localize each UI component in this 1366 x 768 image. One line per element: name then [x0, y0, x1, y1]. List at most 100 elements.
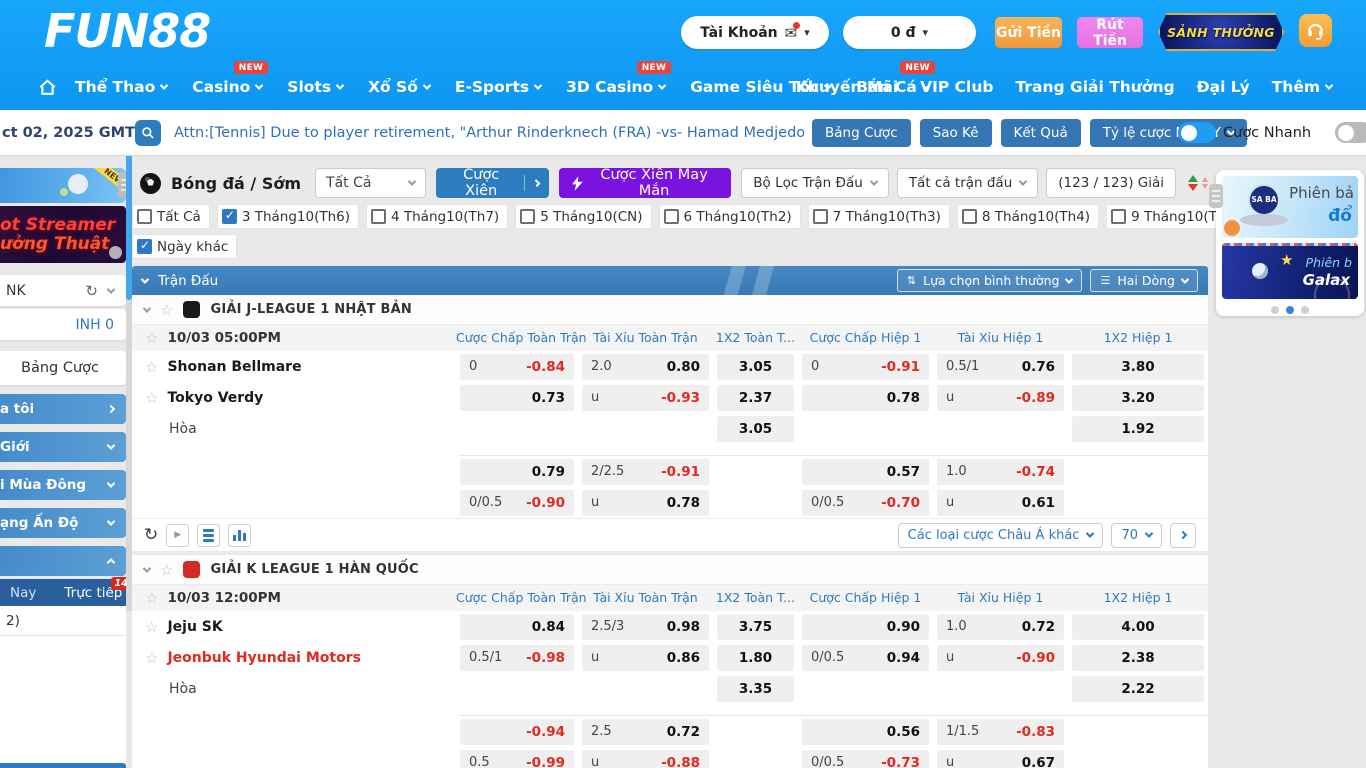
odds-box[interactable]: 1/1.5 -0.83 — [937, 718, 1064, 745]
fun88-logo[interactable]: FUN88 — [44, 4, 211, 58]
odds-box[interactable]: 1.0 -0.74 — [937, 458, 1064, 485]
star-icon[interactable]: ☆ — [160, 301, 173, 319]
odds-box[interactable]: 0.57 — [802, 458, 929, 485]
sidebar-selector-row[interactable]: NK ↻ — [0, 275, 126, 306]
all-matches-dropdown[interactable]: Tất cả trận đấu — [896, 168, 1039, 198]
saba-promo-banner[interactable]: SA BA Phiên bả đổ — [1222, 176, 1358, 238]
refresh-icon[interactable]: ↻ — [144, 526, 158, 544]
odds-box[interactable]: u -0.90 — [937, 644, 1064, 671]
checkbox-icon[interactable] — [961, 209, 977, 224]
league-row[interactable]: ☆ GIẢI J-LEAGUE 1 NHẬT BẢN — [132, 295, 1208, 325]
nav-item[interactable]: NEW Casino — [192, 61, 269, 96]
sidebar-section-bar[interactable]: Giới — [0, 432, 126, 462]
odds-box[interactable]: 1.0 0.72 — [937, 613, 1064, 640]
date-filter-chip[interactable]: Ngày khác — [132, 234, 238, 259]
odds-box[interactable]: 2.37 — [717, 384, 794, 411]
sidebar-promo-banner[interactable]: NEW — [0, 168, 126, 203]
refresh-icon[interactable]: ↻ — [85, 282, 98, 300]
odds-box[interactable]: 0.73 — [460, 384, 574, 411]
star-icon[interactable]: ☆ — [160, 561, 173, 579]
odds-box[interactable]: 3.20 — [1072, 384, 1204, 411]
quick-bet-toggle[interactable] — [1178, 122, 1216, 143]
nav-item[interactable]: Thể Thao — [75, 78, 169, 96]
odds-box[interactable]: 0.90 — [802, 613, 929, 640]
odds-box[interactable]: 2.22 — [1072, 675, 1204, 702]
nav-item[interactable]: Xổ Số — [368, 78, 432, 96]
tab-today[interactable]: Nay — [0, 585, 36, 601]
lucky-parlay-button[interactable]: Cược Xiên May Mắn — [559, 167, 732, 199]
ticker-button[interactable]: Bảng Cược — [812, 118, 911, 147]
checkbox-checked-icon[interactable] — [137, 238, 152, 254]
checkbox-icon[interactable] — [520, 209, 536, 224]
line-mode-dropdown[interactable]: ☰ Hai Dòng — [1090, 269, 1198, 292]
list-item[interactable]: 2) — [0, 606, 126, 636]
play-button[interactable]: ▶ — [166, 523, 190, 547]
odds-box[interactable]: 0.56 — [802, 718, 929, 745]
odds-box[interactable]: 0.5 -0.99 — [460, 749, 574, 768]
nav-item[interactable]: E-Sports — [455, 78, 543, 96]
star-icon[interactable]: ☆ — [145, 618, 158, 636]
odds-box[interactable]: 0/0.5 -0.70 — [802, 489, 929, 516]
ticker-button[interactable]: Sao Kê — [919, 118, 992, 147]
odds-box[interactable]: 0/0.5 -0.90 — [460, 489, 574, 516]
odds-box[interactable]: 0.79 — [460, 458, 574, 485]
sidebar-section-bar[interactable] — [0, 546, 126, 576]
withdraw-button[interactable]: Rút Tiền — [1077, 17, 1143, 49]
nav-item[interactable]: Đại Lý — [1197, 78, 1250, 96]
sidebar-section-bar[interactable]: i Mùa Đông — [0, 470, 126, 500]
asian-bets-dropdown[interactable]: Các loại cược Châu Á khác — [897, 522, 1104, 548]
carousel-dot-active[interactable] — [1286, 306, 1294, 314]
odds-box[interactable]: 0 -0.84 — [460, 353, 574, 380]
date-filter-chip[interactable]: 7 Tháng10(Th3) — [807, 204, 950, 229]
star-icon[interactable]: ☆ — [145, 329, 158, 347]
nav-item[interactable]: Thêm — [1272, 78, 1334, 96]
odds-box[interactable]: 3.75 — [717, 613, 794, 640]
star-icon[interactable]: ☆ — [145, 389, 158, 407]
stats-chart-icon[interactable] — [228, 523, 252, 547]
page-count-dropdown[interactable]: 70 — [1111, 522, 1162, 548]
next-page-button[interactable] — [1170, 522, 1196, 548]
odds-box[interactable]: u 0.61 — [937, 489, 1064, 516]
odds-box[interactable]: 0/0.5 -0.73 — [802, 749, 929, 768]
sort-mode-dropdown[interactable]: ⇅ Lựa chọn bình thường — [896, 269, 1083, 292]
checkbox-icon[interactable] — [371, 209, 386, 224]
parlay-button[interactable]: Cược Xiên — [435, 167, 550, 199]
cashout-icon[interactable] — [197, 523, 221, 547]
odds-box[interactable]: 0/0.5 0.94 — [802, 644, 929, 671]
home-icon[interactable] — [38, 78, 57, 97]
odds-box[interactable]: 2/2.5 -0.91 — [582, 458, 709, 485]
star-icon[interactable]: ☆ — [145, 589, 158, 607]
date-filter-chip[interactable]: 3 Tháng10(Th6) — [216, 204, 359, 229]
odds-box[interactable]: u 0.86 — [582, 644, 709, 671]
checkbox-checked-icon[interactable] — [221, 208, 237, 224]
nav-item[interactable]: NEW 3D Casino — [566, 61, 672, 96]
odds-box[interactable]: 1.80 — [717, 644, 794, 671]
star-icon[interactable]: ☆ — [145, 358, 158, 376]
odds-box[interactable]: 2.0 0.80 — [582, 353, 709, 380]
sidebar-section-bar[interactable]: ạng Ấn Độ — [0, 508, 126, 538]
odds-box[interactable]: -0.94 — [460, 718, 574, 745]
announcement-ticker[interactable]: Attn:[Tennis] Due to player retirement, … — [174, 125, 804, 141]
sidebar-section-bar[interactable]: a tôi — [0, 394, 126, 424]
odds-box[interactable]: 4.00 — [1072, 613, 1204, 640]
odds-box[interactable]: 0.78 — [802, 384, 929, 411]
bet-slip-button[interactable]: Bảng Cược — [0, 351, 126, 385]
checkbox-icon[interactable] — [137, 209, 152, 224]
mail-icon[interactable]: ✉ — [785, 21, 801, 42]
odds-box[interactable]: 1.92 — [1072, 415, 1204, 442]
nav-item[interactable]: Khuyến Mãi — [796, 78, 898, 96]
search-button[interactable] — [135, 119, 161, 146]
carousel-dot[interactable] — [1271, 306, 1279, 314]
nav-item[interactable]: VIP Club — [920, 78, 993, 96]
rewards-hall-badge[interactable]: SẢNH THƯỞNG — [1158, 13, 1284, 51]
odds-box[interactable]: u -0.88 — [582, 749, 709, 768]
deposit-button[interactable]: Gửi Tiền — [995, 17, 1062, 48]
galaxy-promo-banner[interactable]: ★ Phiên b Galax — [1222, 243, 1358, 299]
tab-live[interactable]: Trực tiếp140 — [64, 576, 132, 601]
odds-box[interactable]: 0.5/1 -0.98 — [460, 644, 574, 671]
odds-box[interactable]: 3.05 — [717, 415, 794, 442]
odds-box[interactable]: 0 -0.91 — [802, 353, 929, 380]
mode-toggle[interactable] — [1335, 122, 1366, 143]
date-filter-chip[interactable]: 4 Tháng10(Th7) — [366, 204, 509, 229]
match-filter-button[interactable]: Bộ Lọc Trận Đấu — [741, 168, 889, 198]
